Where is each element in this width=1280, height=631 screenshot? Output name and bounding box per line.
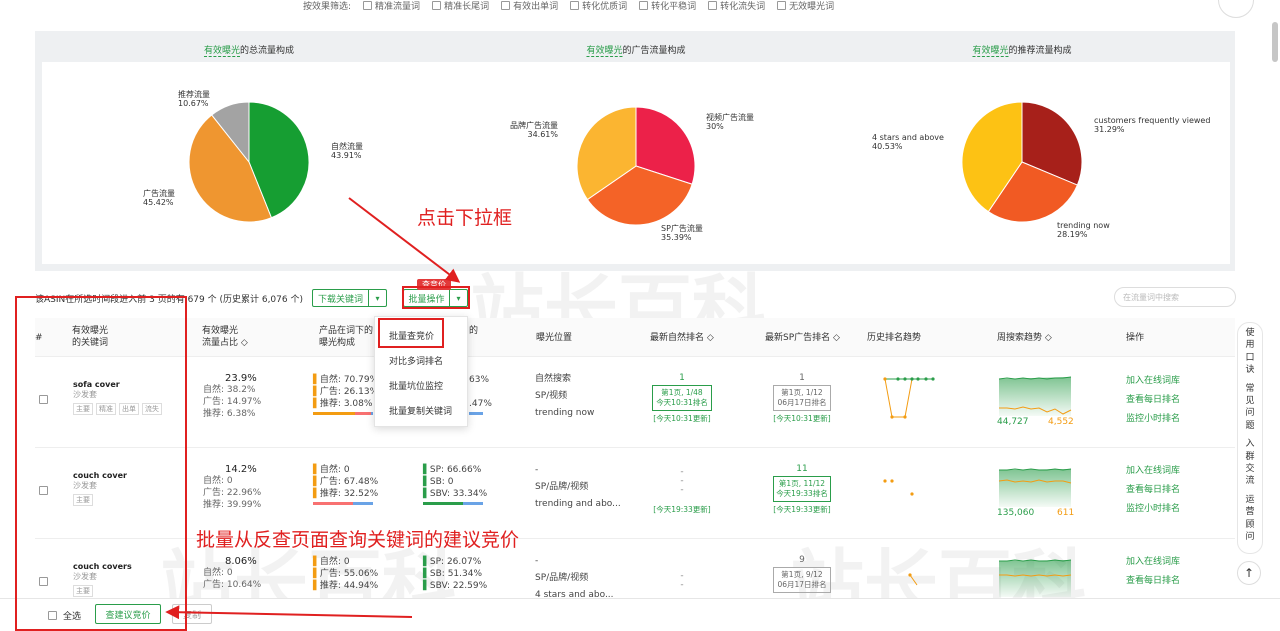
annotation-arrows <box>165 197 461 620</box>
